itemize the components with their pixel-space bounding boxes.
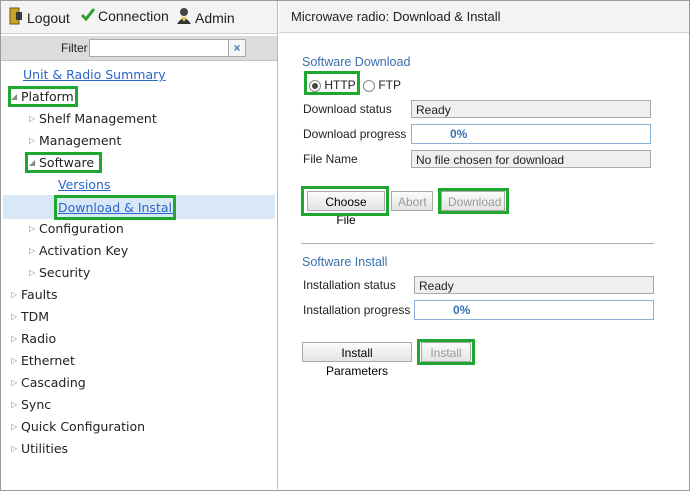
download-install-highlight bbox=[54, 195, 176, 220]
nav-ethernet-label: Ethernet bbox=[21, 353, 75, 368]
logout-icon bbox=[8, 7, 24, 28]
admin-button[interactable]: Admin bbox=[176, 7, 235, 28]
collapsed-triangle-icon: ▷ bbox=[11, 334, 18, 343]
nav-utilities[interactable]: ▷ Utilities bbox=[11, 441, 68, 456]
collapsed-triangle-icon: ▷ bbox=[29, 114, 36, 123]
nav-ethernet[interactable]: ▷ Ethernet bbox=[11, 353, 75, 368]
radio-unselected-icon bbox=[363, 79, 375, 92]
nav-cascading[interactable]: ▷ Cascading bbox=[11, 375, 86, 390]
nav-quick-configuration[interactable]: ▷ Quick Configuration bbox=[11, 419, 145, 434]
nav-management-label: Management bbox=[39, 133, 122, 148]
nav-unit-radio-summary[interactable]: Unit & Radio Summary bbox=[23, 67, 166, 82]
nav-shelf-management[interactable]: ▷ Shelf Management bbox=[29, 111, 157, 126]
choose-file-highlight bbox=[301, 186, 389, 216]
collapsed-triangle-icon: ▷ bbox=[11, 444, 18, 453]
file-name-field: No file chosen for download bbox=[411, 150, 651, 168]
nav-versions[interactable]: Versions bbox=[58, 177, 110, 192]
nav-radio-label: Radio bbox=[21, 331, 57, 346]
nav-configuration[interactable]: ▷ Configuration bbox=[29, 221, 124, 236]
software-install-title: Software Install bbox=[302, 255, 388, 269]
checkmark-icon bbox=[80, 7, 96, 24]
page-title: Microwave radio: Download & Install bbox=[291, 9, 501, 24]
connection-button[interactable]: Connection bbox=[80, 7, 169, 24]
collapsed-triangle-icon: ▷ bbox=[11, 312, 18, 321]
clear-filter-button[interactable]: × bbox=[228, 39, 246, 57]
software-download-title: Software Download bbox=[302, 55, 411, 69]
page-header: Microwave radio: Download & Install bbox=[279, 1, 689, 33]
installation-progress-bar: 0% bbox=[414, 300, 654, 320]
collapsed-triangle-icon: ▷ bbox=[11, 422, 18, 431]
installation-status-field: Ready bbox=[414, 276, 654, 294]
install-parameters-button[interactable]: Install Parameters bbox=[302, 342, 412, 378]
platform-highlight bbox=[8, 86, 78, 107]
nav-cascading-label: Cascading bbox=[21, 375, 86, 390]
file-name-label: File Name bbox=[303, 152, 358, 166]
collapsed-triangle-icon: ▷ bbox=[29, 268, 36, 277]
collapsed-triangle-icon: ▷ bbox=[29, 136, 36, 145]
filter-label: Filter bbox=[61, 41, 88, 55]
nav-quick-configuration-label: Quick Configuration bbox=[21, 419, 146, 434]
top-toolbar: Logout Connection Admin bbox=[1, 1, 277, 34]
section-divider bbox=[301, 243, 654, 244]
protocol-ftp-label: FTP bbox=[378, 78, 402, 92]
download-status-field: Ready bbox=[411, 100, 651, 118]
download-progress-value: 0% bbox=[450, 127, 468, 141]
nav-tdm[interactable]: ▷ TDM bbox=[11, 309, 49, 324]
software-highlight bbox=[25, 152, 102, 173]
nav-sync-label: Sync bbox=[21, 397, 52, 412]
installation-status-label: Installation status bbox=[303, 278, 396, 292]
nav-security[interactable]: ▷ Security bbox=[29, 265, 90, 280]
filter-input[interactable] bbox=[89, 39, 231, 57]
download-progress-label: Download progress bbox=[303, 127, 407, 141]
protocol-ftp-option[interactable]: FTP bbox=[363, 78, 401, 92]
close-icon: × bbox=[233, 41, 241, 55]
nav-configuration-label: Configuration bbox=[39, 221, 124, 236]
nav-faults[interactable]: ▷ Faults bbox=[11, 287, 58, 302]
download-progress-bar: 0% bbox=[411, 124, 651, 144]
download-status-label: Download status bbox=[303, 102, 392, 116]
logout-button[interactable]: Logout bbox=[8, 7, 70, 28]
collapsed-triangle-icon: ▷ bbox=[11, 290, 18, 299]
admin-label: Admin bbox=[195, 9, 235, 26]
nav-management[interactable]: ▷ Management bbox=[29, 133, 121, 148]
nav-faults-label: Faults bbox=[21, 287, 58, 302]
http-highlight bbox=[304, 71, 360, 95]
nav-utilities-label: Utilities bbox=[21, 441, 69, 456]
filter-bar: Filter × bbox=[1, 36, 277, 61]
nav-shelf-management-label: Shelf Management bbox=[39, 111, 157, 126]
nav-sync[interactable]: ▷ Sync bbox=[11, 397, 51, 412]
nav-activation-key[interactable]: ▷ Activation Key bbox=[29, 243, 128, 258]
logout-label: Logout bbox=[27, 9, 70, 26]
collapsed-triangle-icon: ▷ bbox=[29, 246, 36, 255]
nav-radio[interactable]: ▷ Radio bbox=[11, 331, 56, 346]
installation-progress-value: 0% bbox=[453, 303, 471, 317]
collapsed-triangle-icon: ▷ bbox=[11, 400, 18, 409]
nav-activation-key-label: Activation Key bbox=[39, 243, 129, 258]
connection-label: Connection bbox=[98, 7, 169, 24]
abort-button[interactable]: Abort bbox=[391, 191, 433, 211]
nav-tdm-label: TDM bbox=[21, 309, 50, 324]
install-highlight bbox=[417, 339, 475, 365]
collapsed-triangle-icon: ▷ bbox=[29, 224, 36, 233]
installation-progress-label: Installation progress bbox=[303, 303, 411, 317]
collapsed-triangle-icon: ▷ bbox=[11, 356, 18, 365]
user-icon bbox=[176, 7, 192, 28]
navigation-panel: Logout Connection Admin Filter × Unit & … bbox=[1, 1, 278, 489]
content-panel: Microwave radio: Download & Install Soft… bbox=[279, 1, 689, 489]
nav-security-label: Security bbox=[39, 265, 91, 280]
collapsed-triangle-icon: ▷ bbox=[11, 378, 18, 387]
download-highlight bbox=[438, 188, 509, 214]
